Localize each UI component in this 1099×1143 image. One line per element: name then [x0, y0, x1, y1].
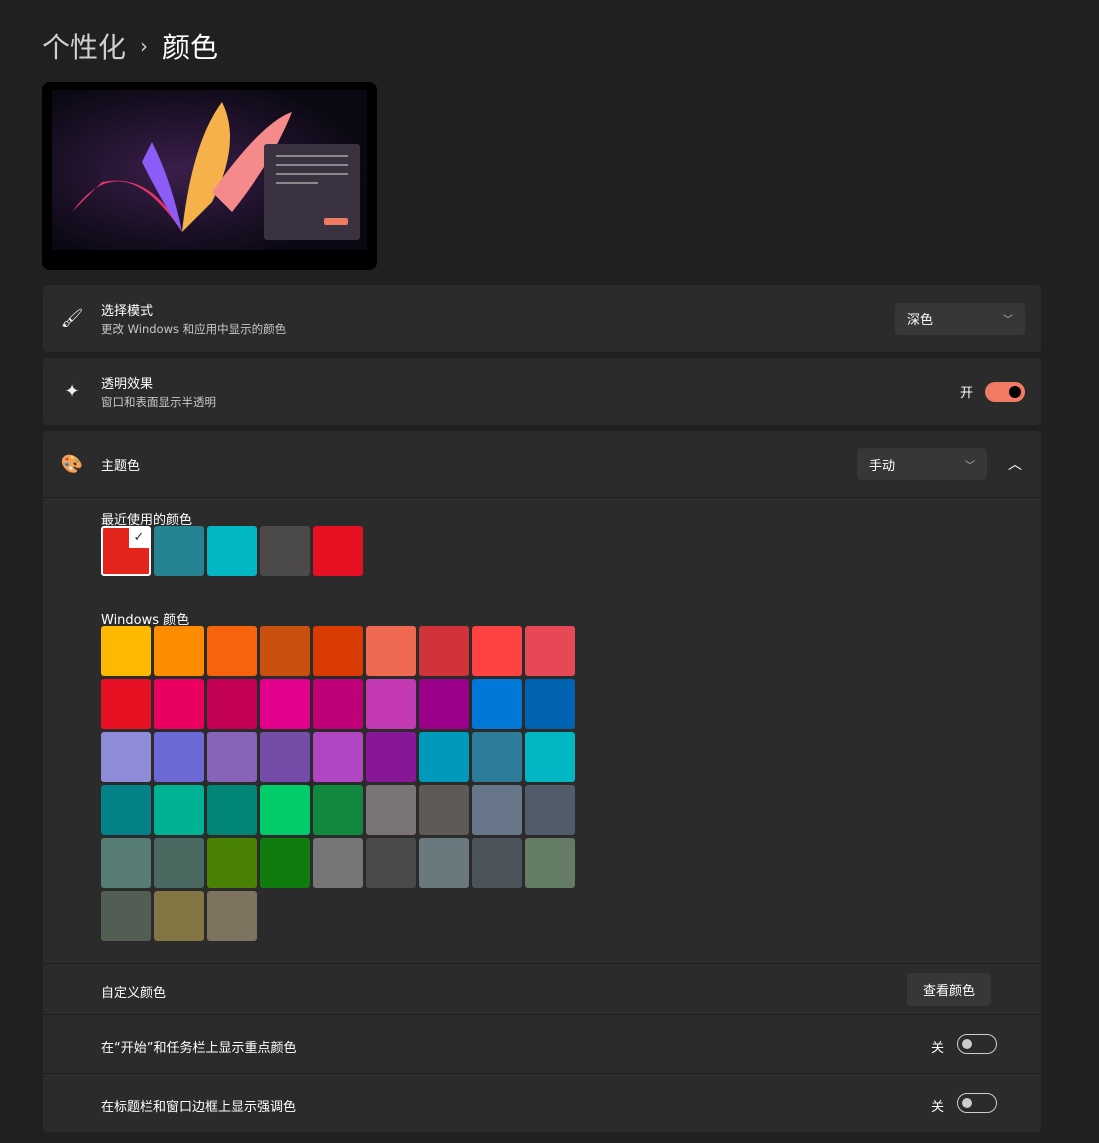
windows-color-swatch[interactable]	[207, 838, 257, 888]
recent-color-swatch[interactable]	[260, 526, 310, 576]
sparkle-icon: ✦	[64, 381, 80, 402]
accent-value: 手动	[869, 458, 896, 474]
recent-color-swatch[interactable]: ✓	[101, 526, 151, 576]
divider	[43, 963, 1041, 964]
mode-value: 深色	[907, 313, 934, 328]
divider	[43, 1073, 1041, 1074]
title-bars-toggle[interactable]	[957, 1093, 997, 1113]
windows-color-swatch[interactable]	[313, 679, 363, 729]
wallpaper-image	[52, 90, 367, 250]
checkmark-icon: ✓	[129, 528, 149, 548]
windows-color-swatch[interactable]	[260, 626, 310, 676]
windows-color-swatch[interactable]	[366, 732, 416, 782]
windows-color-swatch[interactable]	[313, 785, 363, 835]
windows-color-swatch[interactable]	[525, 732, 575, 782]
page-title: 颜色	[162, 31, 219, 64]
start-taskbar-label: 在“开始”和任务栏上显示重点颜色	[101, 1041, 297, 1056]
recent-color-swatch[interactable]	[154, 526, 204, 576]
title-bars-state: 关	[931, 1100, 945, 1115]
windows-color-swatch[interactable]	[101, 785, 151, 835]
theme-preview	[42, 82, 377, 270]
breadcrumb: 个性化 › 颜色	[42, 26, 218, 66]
transparency-title: 透明效果	[101, 377, 154, 392]
windows-color-swatch[interactable]	[472, 732, 522, 782]
title-bars-label: 在标题栏和窗口边框上显示强调色	[101, 1100, 297, 1115]
windows-color-swatch[interactable]	[101, 838, 151, 888]
windows-color-swatch[interactable]	[472, 679, 522, 729]
chevron-right-icon: ›	[140, 34, 149, 58]
windows-color-swatch[interactable]	[366, 838, 416, 888]
windows-color-swatch[interactable]	[525, 679, 575, 729]
windows-color-swatch[interactable]	[419, 679, 469, 729]
windows-color-swatch[interactable]	[260, 785, 310, 835]
windows-color-swatch[interactable]	[207, 679, 257, 729]
view-colors-button[interactable]: 查看颜色	[907, 973, 992, 1006]
recent-color-swatch[interactable]	[207, 526, 257, 576]
windows-color-swatch[interactable]	[207, 732, 257, 782]
windows-color-swatch[interactable]	[419, 838, 469, 888]
recent-color-swatch[interactable]	[313, 526, 363, 576]
palette-icon: 🎨	[60, 453, 84, 475]
windows-color-swatch[interactable]	[154, 838, 204, 888]
windows-color-swatch[interactable]	[207, 891, 257, 941]
start-taskbar-toggle[interactable]	[957, 1034, 997, 1054]
collapse-chevron-up-icon[interactable]: ︿	[997, 454, 1033, 474]
windows-color-swatch[interactable]	[101, 732, 151, 782]
paintbrush-icon: 🖌	[60, 308, 84, 329]
mode-dropdown[interactable]: 深色 ﹀	[895, 302, 1025, 335]
mode-desc: 更改 Windows 和应用中显示的颜色	[101, 322, 287, 336]
accent-title: 主题色	[101, 458, 141, 474]
mode-setting: 🖌 选择模式更改 Windows 和应用中显示的颜色 深色 ﹀	[43, 285, 1041, 352]
windows-color-swatch[interactable]	[154, 891, 204, 941]
windows-color-swatch[interactable]	[154, 732, 204, 782]
windows-color-swatch[interactable]	[260, 838, 310, 888]
windows-color-swatch[interactable]	[366, 679, 416, 729]
windows-color-swatch[interactable]	[525, 785, 575, 835]
windows-color-swatch[interactable]	[419, 732, 469, 782]
start-taskbar-state: 关	[931, 1041, 945, 1056]
windows-color-swatch[interactable]	[472, 626, 522, 676]
windows-color-swatch[interactable]	[101, 891, 151, 941]
chevron-down-icon: ﹀	[1003, 315, 1013, 326]
windows-color-swatch[interactable]	[154, 679, 204, 729]
windows-color-swatch[interactable]	[472, 785, 522, 835]
windows-color-swatch[interactable]	[313, 838, 363, 888]
custom-color-label: 自定义颜色	[101, 986, 167, 1001]
windows-color-swatch[interactable]	[419, 785, 469, 835]
windows-color-swatch[interactable]	[101, 626, 151, 676]
windows-color-swatch[interactable]	[207, 785, 257, 835]
windows-color-swatch[interactable]	[260, 679, 310, 729]
accent-dropdown[interactable]: 手动 ﹀	[857, 448, 987, 480]
windows-color-swatch[interactable]	[154, 626, 204, 676]
windows-color-swatch[interactable]	[419, 626, 469, 676]
transparency-toggle[interactable]	[985, 381, 1025, 402]
windows-color-swatch[interactable]	[366, 785, 416, 835]
windows-color-swatch[interactable]	[154, 785, 204, 835]
transparency-state: 开	[959, 386, 973, 401]
transparency-desc: 窗口和表面显示半透明	[101, 395, 216, 409]
windows-color-swatch[interactable]	[525, 838, 575, 888]
windows-color-swatch[interactable]	[366, 626, 416, 676]
windows-color-swatch[interactable]	[260, 732, 310, 782]
divider	[43, 497, 1041, 498]
windows-color-swatch[interactable]	[525, 626, 575, 676]
breadcrumb-parent[interactable]: 个性化	[42, 26, 126, 66]
windows-color-swatch[interactable]	[472, 838, 522, 888]
windows-color-swatch[interactable]	[101, 679, 151, 729]
chevron-down-icon: ﹀	[965, 460, 975, 472]
mode-title: 选择模式	[101, 304, 154, 319]
divider	[43, 1014, 1041, 1015]
transparency-setting: ✦ 透明效果窗口和表面显示半透明 开	[43, 358, 1041, 425]
windows-color-swatch[interactable]	[313, 732, 363, 782]
windows-color-swatch[interactable]	[313, 626, 363, 676]
windows-color-swatch[interactable]	[207, 626, 257, 676]
